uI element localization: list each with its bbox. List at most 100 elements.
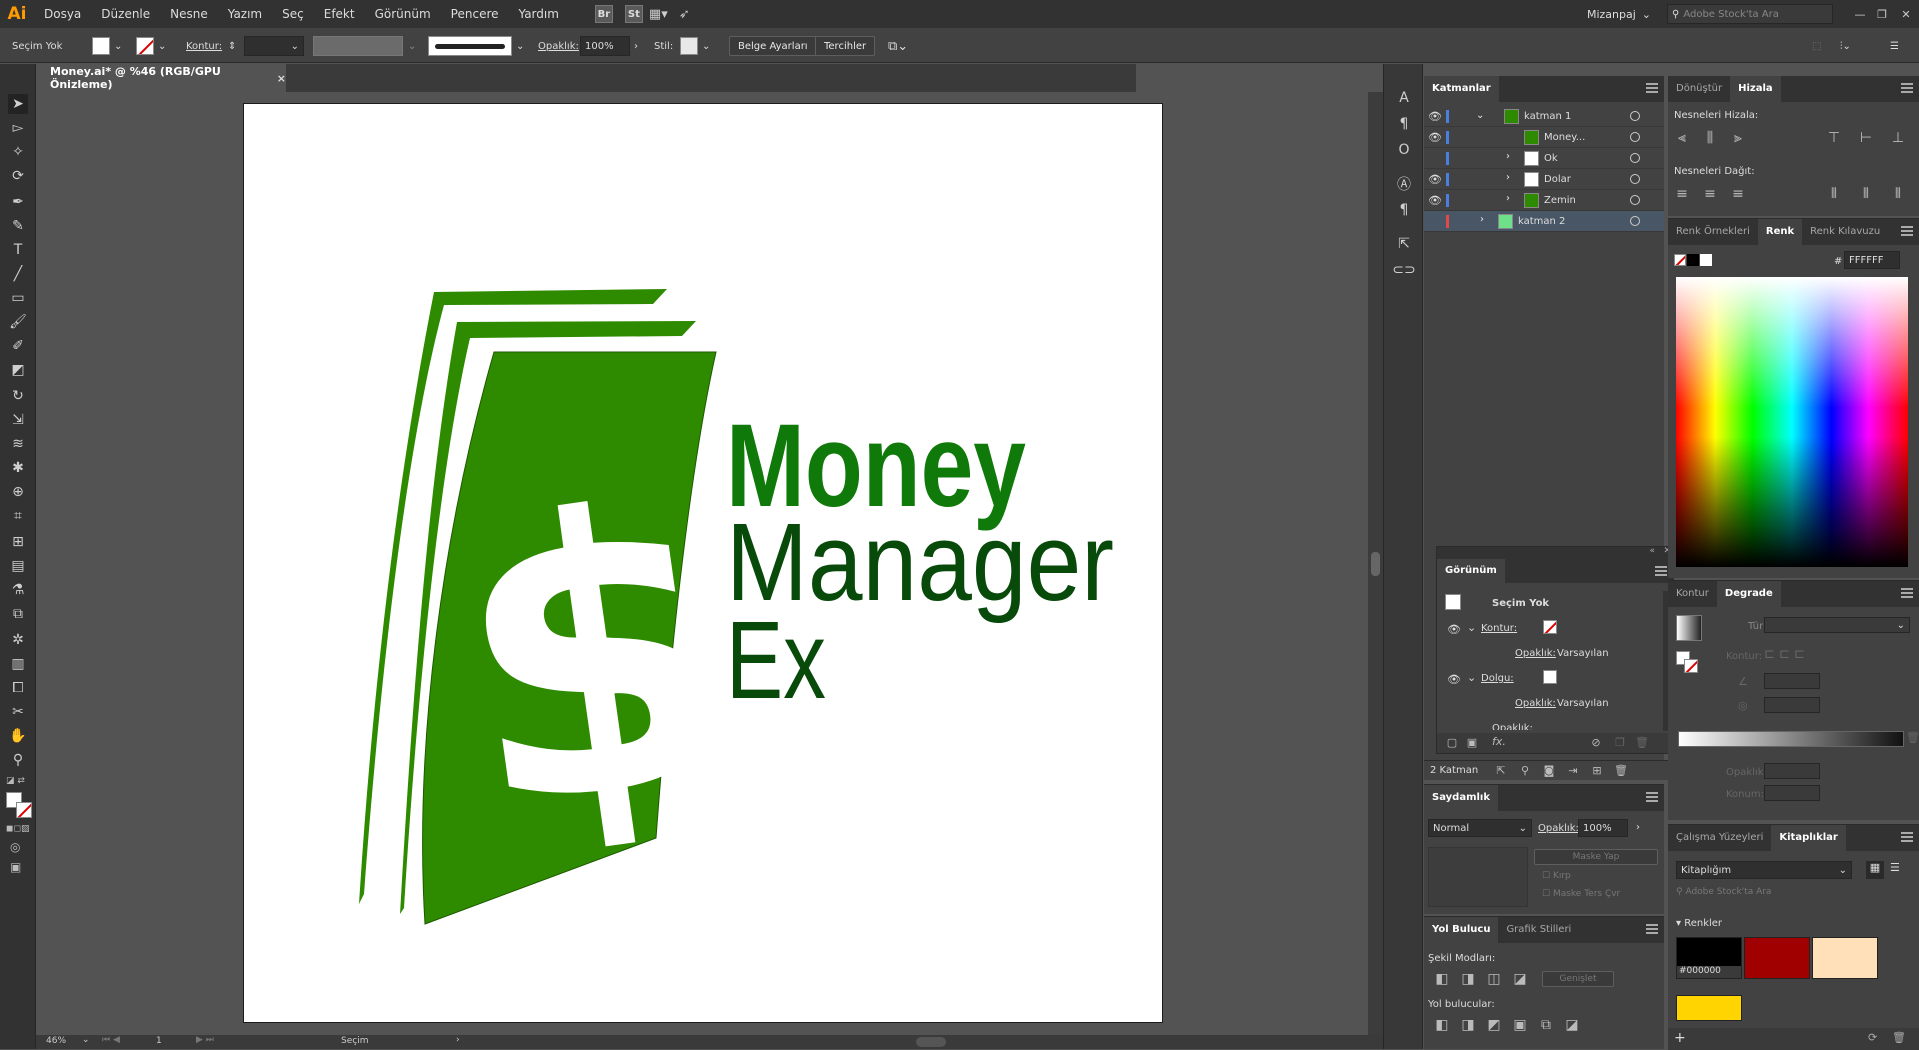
gradient-slider[interactable] (1678, 731, 1904, 747)
zoom-tool-icon[interactable]: ⚲ (8, 750, 28, 770)
preferences-button[interactable]: Tercihler (815, 36, 876, 56)
sync-icon[interactable]: ⟳ (1868, 1031, 1877, 1044)
align-right-icon[interactable]: ⫸ (1728, 128, 1748, 148)
stroke-none-swatch[interactable] (1543, 620, 1557, 634)
distribute-bottom-icon[interactable]: ≡ (1728, 184, 1748, 204)
blend-mode-select[interactable]: Normal ⌄ (1428, 819, 1532, 837)
target-icon[interactable] (1630, 153, 1640, 163)
target-icon[interactable] (1630, 111, 1640, 121)
align-horizontal-center-icon[interactable]: ⫼ (1700, 128, 1720, 148)
chevron-down-icon[interactable]: ⌄ (1467, 671, 1476, 684)
layer-row[interactable]: 👁 › Zemin (1424, 190, 1664, 211)
artboard-number[interactable]: 1 (156, 1036, 162, 1046)
distribute-vertical-center-icon[interactable]: ≡ (1700, 184, 1720, 204)
opacity-input[interactable]: 100% (580, 36, 630, 56)
character-panel-icon[interactable]: A (1394, 88, 1414, 108)
character-styles-icon[interactable]: Ⓐ (1394, 174, 1414, 194)
layer-row-selected[interactable]: › katman 2 (1424, 211, 1664, 232)
tab-artboards[interactable]: Çalışma Yüzeyleri (1668, 825, 1771, 851)
status-menu-arrow[interactable]: › (456, 1035, 460, 1045)
white-swatch[interactable] (1700, 254, 1712, 266)
clip-checkbox[interactable]: ☐ Kırp (1542, 871, 1571, 881)
unite-icon[interactable]: ◧ (1432, 969, 1452, 989)
align-options-icon[interactable]: ⫶⌄ (1840, 36, 1851, 56)
appearance-fill-label[interactable]: Dolgu: (1481, 673, 1514, 684)
fill-swatch[interactable] (1543, 670, 1557, 684)
color-menu-icon[interactable] (1901, 226, 1913, 236)
chevron-right-icon[interactable]: › (1506, 193, 1510, 204)
default-colors-icon[interactable]: ◪ ⇄ (6, 776, 28, 788)
tab-gradient[interactable]: Degrade (1716, 581, 1781, 607)
layer-row[interactable]: 👁 Money... (1424, 127, 1664, 148)
rectangle-tool-icon[interactable]: ▭ (8, 288, 28, 308)
gradient-type-select[interactable]: ⌄ (1764, 617, 1910, 633)
appearance-stroke-label[interactable]: Kontur: (1481, 623, 1517, 634)
eye-icon[interactable]: 👁 (1428, 131, 1442, 144)
minus-back-icon[interactable]: ◪ (1562, 1015, 1582, 1035)
library-color-swatch[interactable] (1812, 937, 1878, 979)
target-icon[interactable] (1630, 132, 1640, 142)
mesh-tool-icon[interactable]: ⊞ (8, 532, 28, 552)
menu-help[interactable]: Yardım (509, 0, 569, 28)
hex-input[interactable]: FFFFFF (1844, 251, 1900, 269)
divide-icon[interactable]: ◧ (1432, 1015, 1452, 1035)
stroke-weight-input[interactable]: ⌄ (244, 36, 304, 56)
selection-tool-icon[interactable]: ➤ (8, 94, 28, 114)
transform-icon[interactable]: ⬚ (1812, 36, 1821, 56)
fill-opacity-label[interactable]: Opaklık: (1515, 698, 1556, 709)
export-icon[interactable]: ⇱ (1394, 234, 1414, 254)
curvature-tool-icon[interactable]: ✎ (8, 216, 28, 236)
eye-icon[interactable]: 👁 (1447, 673, 1461, 686)
tab-graphic-styles[interactable]: Grafik Stilleri (1498, 917, 1579, 943)
appearance-menu-icon[interactable] (1655, 566, 1667, 576)
tab-libraries[interactable]: Kitaplıklar (1771, 825, 1846, 851)
merge-icon[interactable]: ◩ (1484, 1015, 1504, 1035)
zoom-dropdown-icon[interactable]: ⌄ (82, 1035, 90, 1045)
expand-button[interactable]: Genişlet (1542, 971, 1614, 987)
shape-builder-tool-icon[interactable]: ⊕ (8, 482, 28, 502)
symbol-sprayer-tool-icon[interactable]: ✲ (8, 630, 28, 650)
tab-transform[interactable]: Dönüştür (1668, 76, 1730, 102)
scale-tool-icon[interactable]: ⇲ (8, 410, 28, 430)
blend-tool-icon[interactable]: ⧉ (8, 604, 28, 624)
artboard-tool-icon[interactable]: ⧠ (8, 678, 28, 698)
library-search-input[interactable]: ⚲ Adobe Stock'ta Ara (1676, 887, 1912, 903)
library-color-swatch[interactable]: #000000 (1676, 937, 1742, 979)
puppet-warp-tool-icon[interactable]: ✱ (8, 458, 28, 478)
none-color-swatch[interactable] (1674, 254, 1686, 266)
paragraph-panel-icon[interactable]: ¶ (1394, 114, 1414, 134)
line-tool-icon[interactable]: ╱ (8, 264, 28, 284)
restore-button[interactable]: ❐ (1871, 8, 1893, 21)
magic-wand-tool-icon[interactable]: ✧ (8, 142, 28, 162)
invert-mask-checkbox[interactable]: ☐ Maske Ters Çvr (1542, 889, 1620, 899)
distribute-right-icon[interactable]: ⫴ (1888, 184, 1908, 204)
stop-opacity-input[interactable] (1764, 763, 1820, 779)
library-select[interactable]: Kitaplığım ⌄ (1676, 861, 1852, 879)
distribute-left-icon[interactable]: ⫴ (1824, 184, 1844, 204)
tab-stroke[interactable]: Kontur (1668, 581, 1717, 607)
colors-section-heading[interactable]: ▾ Renkler (1676, 918, 1722, 929)
gradient-menu-icon[interactable] (1901, 588, 1913, 598)
chevron-right-icon[interactable]: › (1506, 151, 1510, 162)
library-color-swatch[interactable] (1744, 937, 1810, 979)
add-stroke-icon[interactable]: ▢ (1445, 736, 1459, 750)
object-opacity-label[interactable]: Opaklık: (1492, 723, 1533, 730)
eyedropper-tool-icon[interactable]: ⚗ (8, 580, 28, 600)
menu-edit[interactable]: Düzenle (91, 0, 160, 28)
color-mode-icons[interactable]: ◼◻▨ (6, 824, 29, 834)
delete-icon[interactable]: 🗑 (1892, 1031, 1906, 1044)
horizontal-scroll-thumb[interactable] (916, 1037, 946, 1047)
layer-row[interactable]: 👁 ⌄ katman 1 (1424, 106, 1664, 127)
screen-mode-icon[interactable]: ▣ (10, 860, 21, 874)
artboard[interactable]: $ Money Manager Ex (243, 103, 1163, 1023)
graphic-style-swatch[interactable]: ⌄ (680, 36, 710, 56)
new-layer-icon[interactable]: ⊞ (1590, 764, 1604, 778)
export-layer-icon[interactable]: ⇱ (1494, 764, 1508, 778)
opentype-panel-icon[interactable]: O (1394, 140, 1414, 160)
width-tool-icon[interactable]: ≋ (8, 434, 28, 454)
paintbrush-tool-icon[interactable]: 🖌 (8, 312, 28, 332)
arrange-icon[interactable]: ⧉⌄ (888, 36, 908, 56)
grid-view-icon[interactable]: ▦ (1866, 861, 1884, 879)
stroke-swatch[interactable]: ⌄ (136, 36, 166, 56)
lasso-tool-icon[interactable]: ⟳ (8, 166, 28, 186)
